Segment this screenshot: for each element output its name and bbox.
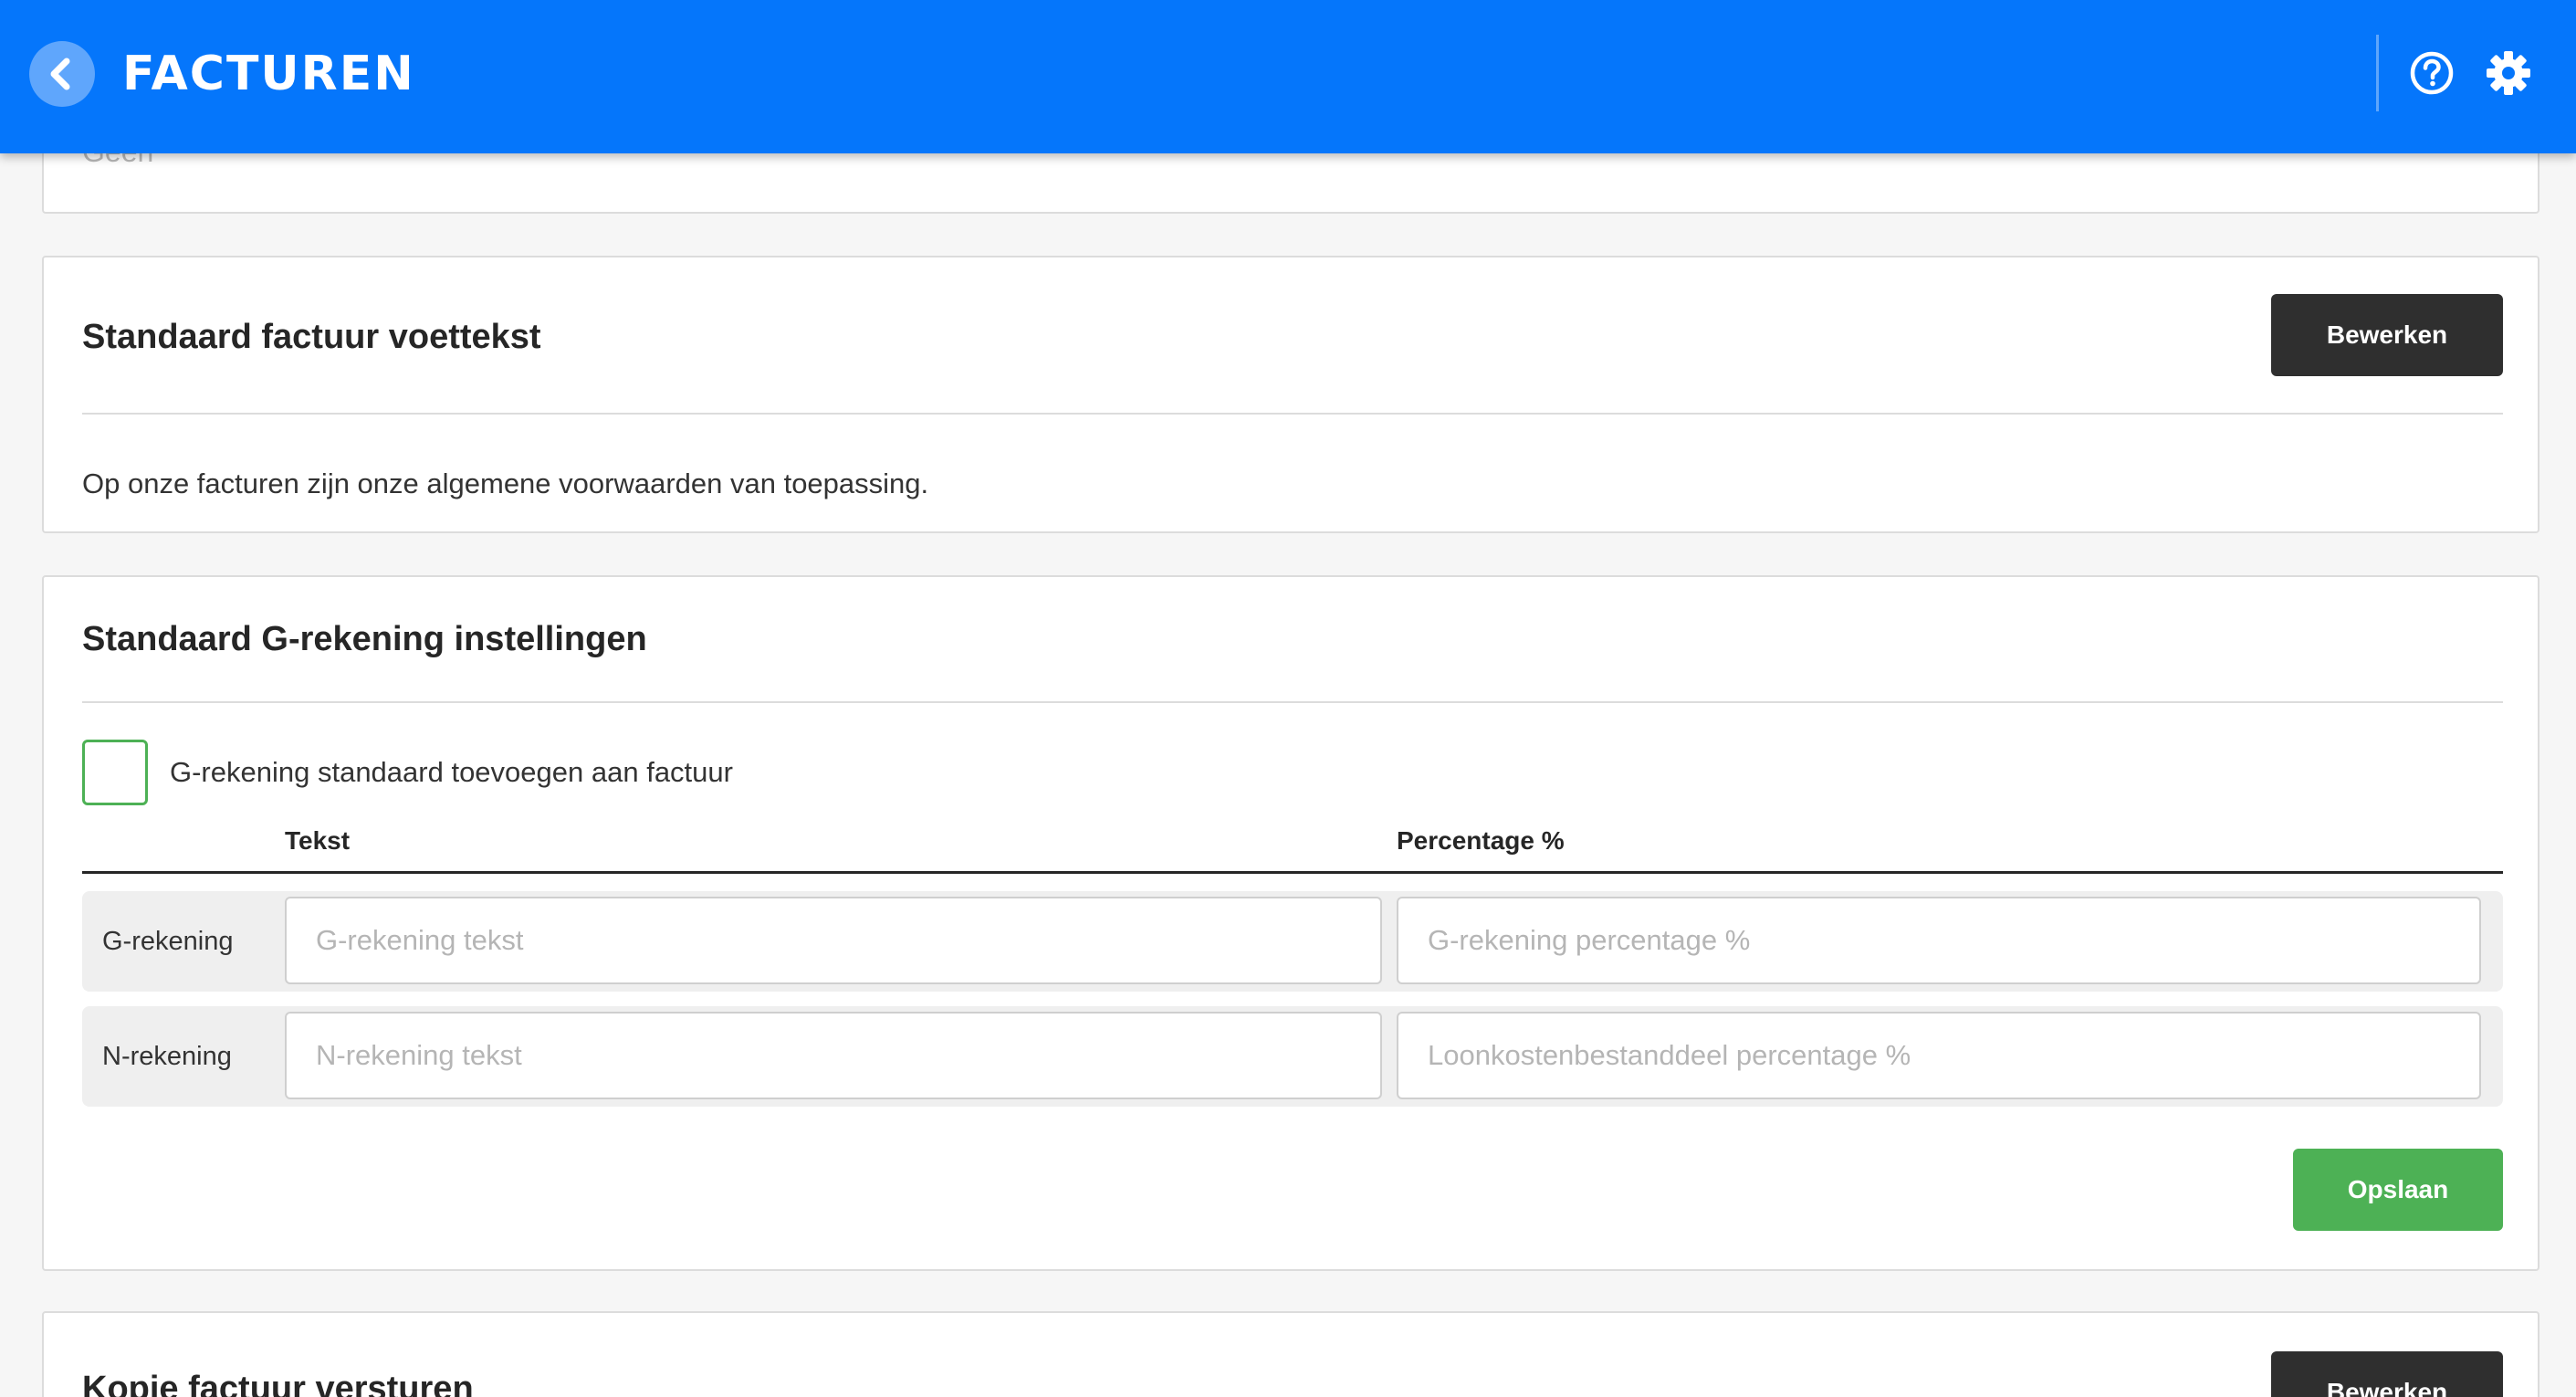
edit-copy-button[interactable]: Bewerken bbox=[2271, 1351, 2503, 1397]
table-row-g-account: G-rekening bbox=[82, 891, 2503, 992]
g-account-text-input[interactable] bbox=[285, 897, 1382, 984]
gear-icon bbox=[2487, 51, 2530, 95]
help-circle-icon bbox=[2410, 51, 2454, 95]
g-account-settings-card: Standaard G-rekening instellingen G-reke… bbox=[42, 575, 2539, 1271]
divider bbox=[82, 701, 2503, 703]
page-title: FACTUREN bbox=[122, 47, 415, 101]
edit-footer-button[interactable]: Bewerken bbox=[2271, 294, 2503, 376]
row-label: N-rekening bbox=[102, 1042, 232, 1071]
settings-button[interactable] bbox=[2485, 49, 2532, 97]
chevron-left-icon bbox=[50, 58, 70, 90]
labor-cost-percentage-input[interactable] bbox=[1397, 1012, 2481, 1099]
footer-text: Op onze facturen zijn onze algemene voor… bbox=[82, 467, 929, 499]
column-header-percentage: Percentage % bbox=[1397, 826, 1565, 855]
back-button[interactable] bbox=[29, 41, 95, 107]
copy-invoice-card: Kopie factuur versturen Bewerken bbox=[42, 1311, 2539, 1397]
g-account-default-checkbox-label: G-rekening standaard toevoegen aan factu… bbox=[170, 756, 733, 788]
footer-card-title: Standaard factuur voettekst bbox=[82, 318, 541, 356]
row-label: G-rekening bbox=[102, 927, 234, 956]
top-bar: FACTUREN bbox=[0, 0, 2576, 153]
n-account-text-input[interactable] bbox=[285, 1012, 1382, 1099]
invoice-footer-card: Standaard factuur voettekst Bewerken Op … bbox=[42, 256, 2539, 533]
help-button[interactable] bbox=[2408, 49, 2456, 97]
copy-card-title: Kopie factuur versturen bbox=[82, 1370, 474, 1397]
table-row-n-account: N-rekening bbox=[82, 1006, 2503, 1107]
g-account-default-checkbox[interactable] bbox=[82, 740, 148, 805]
column-header-text: Tekst bbox=[285, 826, 351, 855]
table-header-rule bbox=[82, 871, 2503, 874]
g-account-card-title: Standaard G-rekening instellingen bbox=[82, 620, 647, 658]
g-account-percentage-input[interactable] bbox=[1397, 897, 2481, 984]
save-button[interactable]: Opslaan bbox=[2293, 1149, 2503, 1231]
header-divider bbox=[2376, 35, 2379, 111]
divider bbox=[82, 413, 2503, 415]
